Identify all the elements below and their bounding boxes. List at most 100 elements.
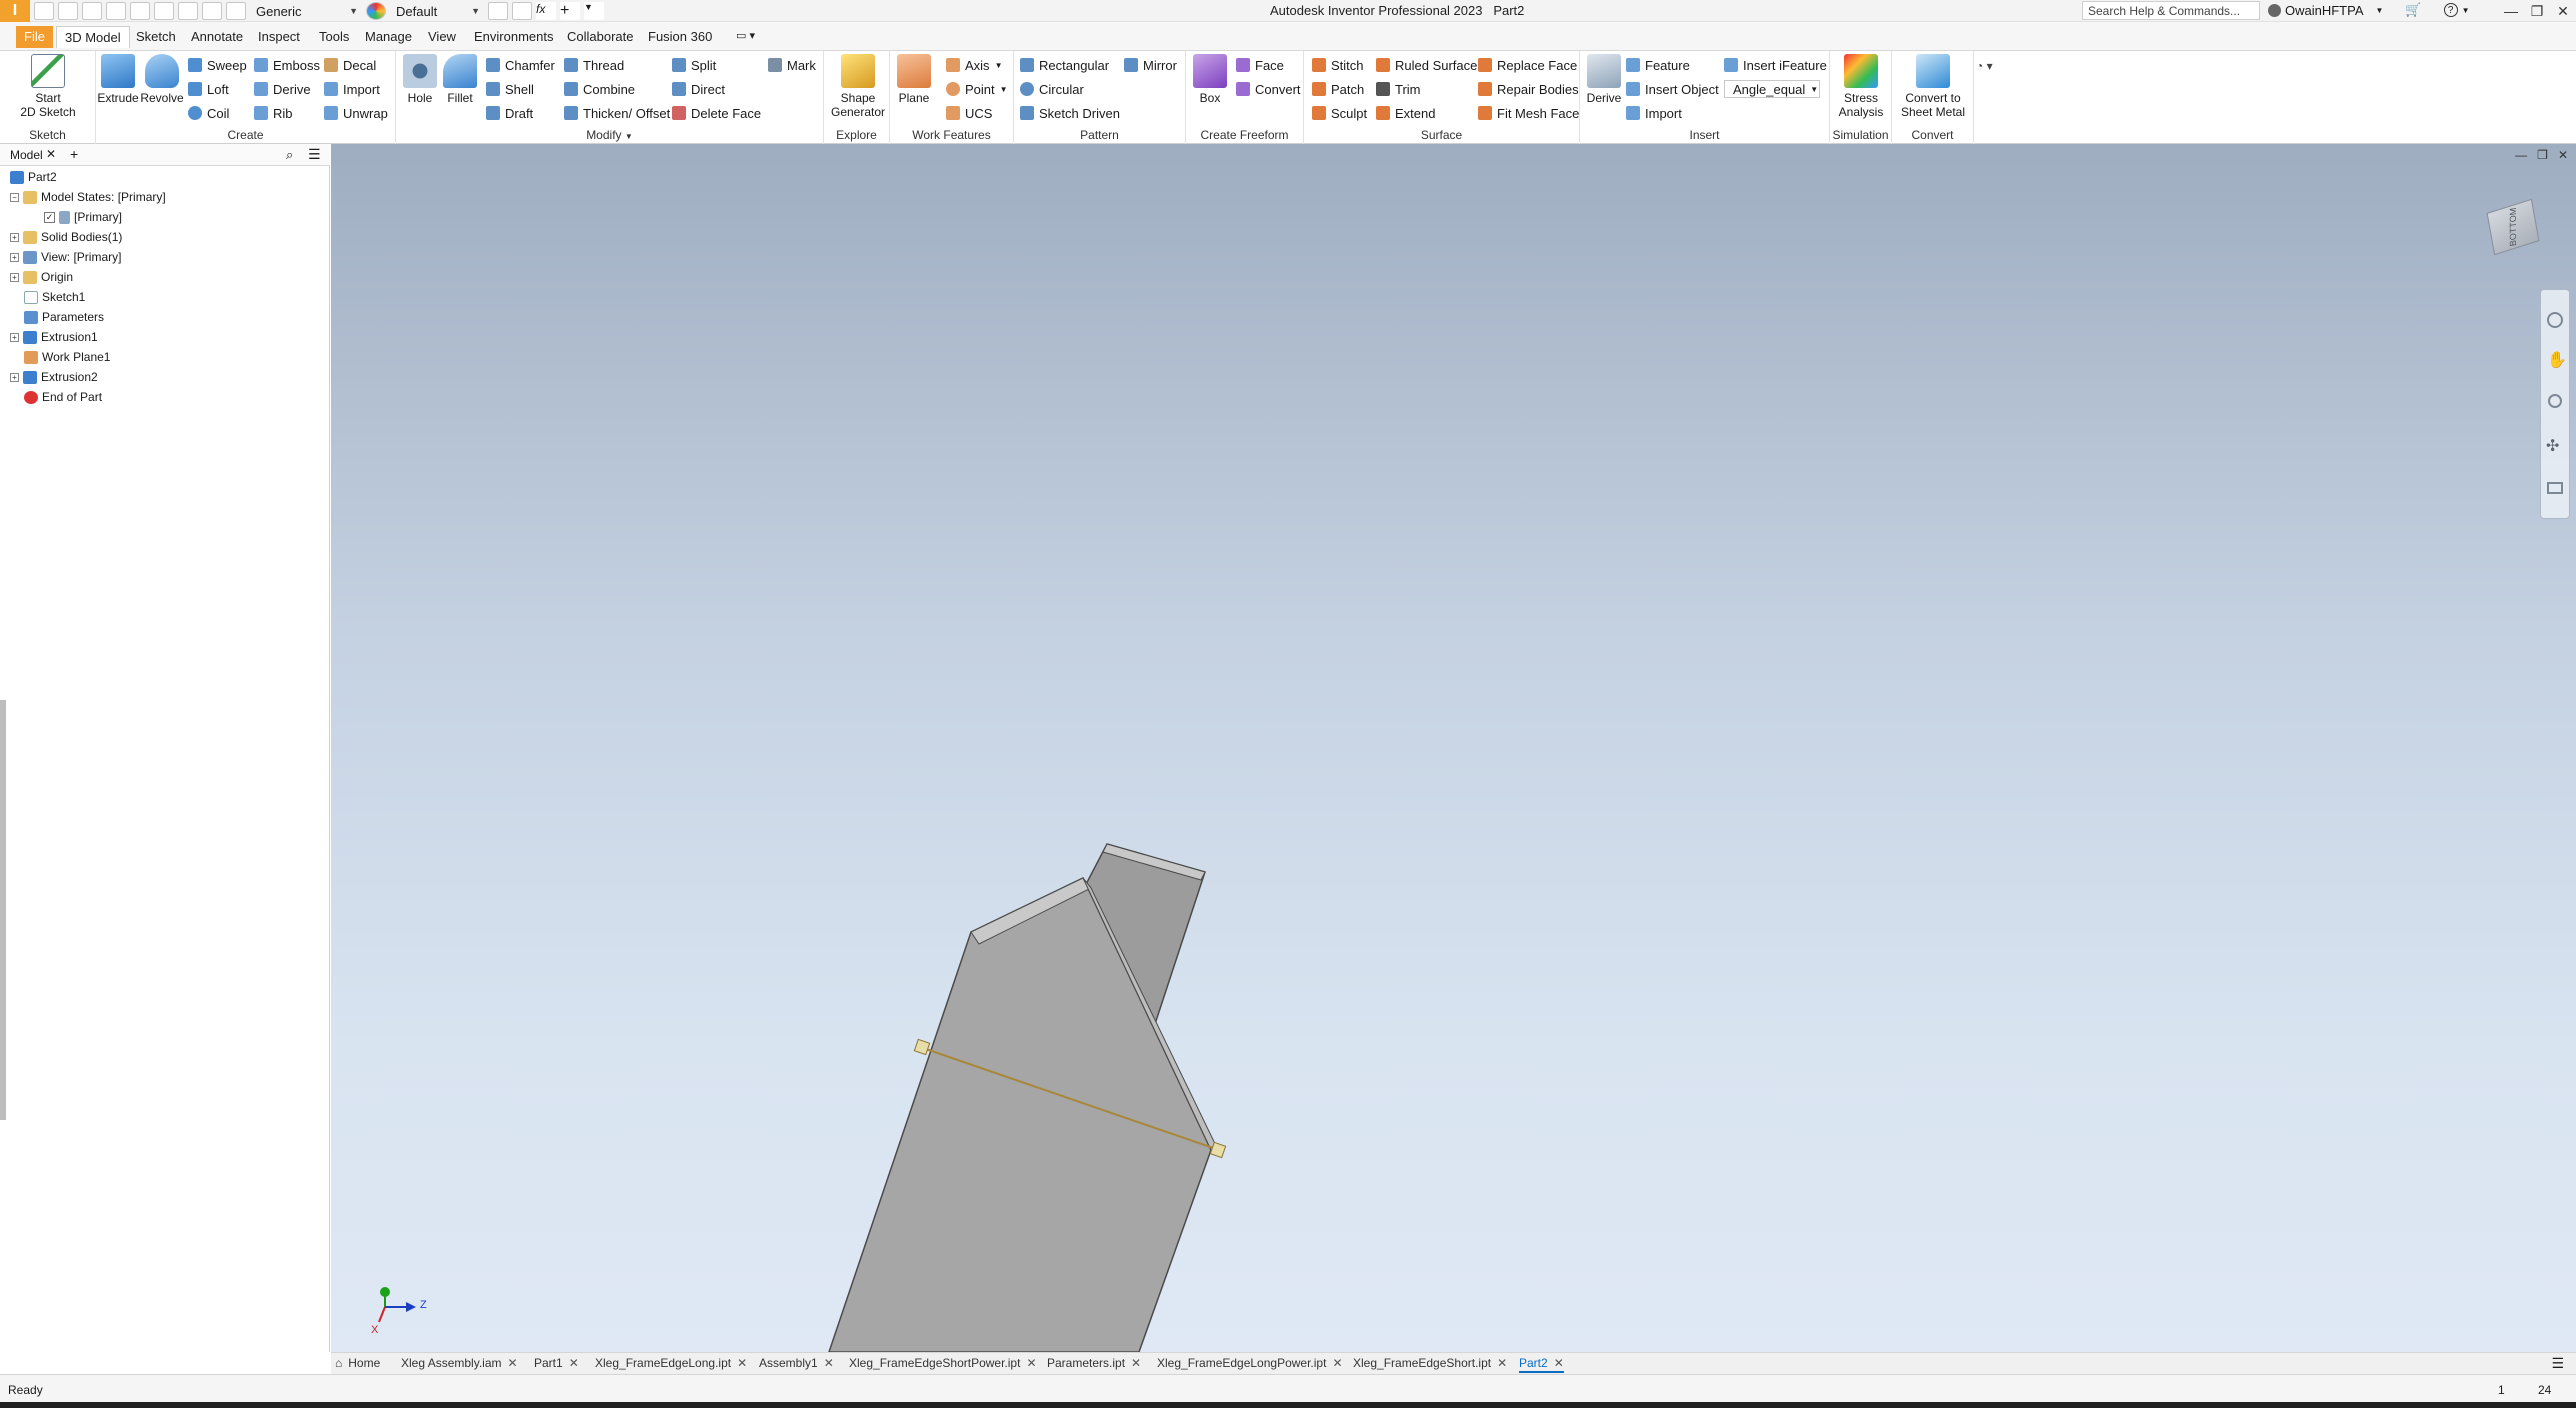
- expand-icon[interactable]: +: [10, 252, 19, 262]
- tree-node-extrusion1[interactable]: + Extrusion1: [10, 328, 98, 346]
- doc-tab[interactable]: Xleg_FrameEdgeLongPower.ipt ✕: [1157, 1356, 1343, 1370]
- draft-button[interactable]: Draft: [486, 104, 533, 122]
- ucs-button[interactable]: UCS: [946, 104, 992, 122]
- sweep-button[interactable]: Sweep: [188, 56, 247, 74]
- adjust-icon[interactable]: [488, 2, 508, 20]
- split-button[interactable]: Split: [672, 56, 716, 74]
- material-icon[interactable]: [226, 2, 246, 20]
- material-select[interactable]: Generic ▼: [252, 3, 362, 19]
- close-icon[interactable]: ✕: [1332, 1356, 1342, 1370]
- home-icon[interactable]: [154, 2, 174, 20]
- tab-3d-model[interactable]: 3D Model: [56, 26, 130, 48]
- search-icon[interactable]: ⌕: [286, 147, 293, 163]
- zoom-icon[interactable]: [2548, 394, 2562, 408]
- menu-icon[interactable]: ☰: [308, 146, 321, 163]
- search-input[interactable]: Search Help & Commands...: [2082, 1, 2260, 20]
- loft-button[interactable]: Loft: [188, 80, 229, 98]
- expand-icon[interactable]: +: [10, 372, 19, 382]
- cart-icon[interactable]: 🛒: [2405, 2, 2421, 18]
- doc-tab[interactable]: Xleg Assembly.iam ✕: [401, 1356, 518, 1370]
- tab-tools[interactable]: Tools: [311, 26, 357, 48]
- shell-button[interactable]: Shell: [486, 80, 534, 98]
- parameters-fx-icon[interactable]: fx: [536, 2, 556, 20]
- close-icon[interactable]: ✕: [1131, 1356, 1141, 1370]
- doc-tab-home[interactable]: ⌂ Home: [335, 1356, 380, 1370]
- derive-button[interactable]: Derive: [254, 80, 311, 98]
- fillet-button[interactable]: Fillet: [440, 54, 480, 105]
- inventor-logo-icon[interactable]: I: [0, 0, 30, 22]
- minimize-icon[interactable]: —: [2498, 0, 2524, 22]
- stitch-button[interactable]: Stitch: [1312, 56, 1364, 74]
- delete-face-button[interactable]: Delete Face: [672, 104, 761, 122]
- appearance-select[interactable]: Default ▼: [392, 3, 484, 19]
- tree-node-solid-bodies[interactable]: + Solid Bodies(1): [10, 228, 122, 246]
- close-icon[interactable]: ✕: [569, 1356, 579, 1370]
- combine-button[interactable]: Combine: [564, 80, 635, 98]
- add-tab-icon[interactable]: +: [70, 146, 78, 162]
- work-plane-handle[interactable]: [913, 1038, 931, 1056]
- tab-file[interactable]: File: [16, 26, 53, 48]
- start-2d-sketch-button[interactable]: Start 2D Sketch: [16, 54, 80, 119]
- circular-pattern-button[interactable]: Circular: [1020, 80, 1084, 98]
- tab-sketch[interactable]: Sketch: [128, 26, 184, 48]
- appearance-icon[interactable]: [366, 2, 386, 20]
- undo-icon[interactable]: [106, 2, 126, 20]
- close-icon[interactable]: ✕: [1497, 1356, 1507, 1370]
- box-button[interactable]: Box: [1190, 54, 1230, 105]
- plane-button[interactable]: Plane: [894, 54, 934, 105]
- tab-manage[interactable]: Manage: [357, 26, 420, 48]
- select-icon[interactable]: [202, 2, 222, 20]
- convert-sheet-metal-button[interactable]: Convert to Sheet Metal: [1896, 54, 1970, 119]
- point-button[interactable]: Point ▼: [946, 80, 1008, 98]
- replace-face-button[interactable]: Replace Face: [1478, 56, 1577, 74]
- tree-node-origin[interactable]: + Origin: [10, 268, 73, 286]
- expand-icon[interactable]: +: [10, 232, 19, 242]
- close-icon[interactable]: ✕: [824, 1356, 834, 1370]
- collapse-icon[interactable]: −: [10, 192, 19, 202]
- steering-wheel-icon[interactable]: [2547, 312, 2563, 328]
- close-icon[interactable]: ✕: [1026, 1356, 1036, 1370]
- look-at-icon[interactable]: [2547, 482, 2563, 494]
- graphics-viewport[interactable]: — ❐ ✕ X Z BOTTOM ✋ ✣: [331, 144, 2576, 1352]
- patch-button[interactable]: Patch: [1312, 80, 1364, 98]
- decal-button[interactable]: Decal: [324, 56, 376, 74]
- shape-generator-button[interactable]: Shape Generator: [830, 54, 886, 119]
- fit-mesh-face-button[interactable]: Fit Mesh Face: [1478, 104, 1579, 122]
- unwrap-button[interactable]: Unwrap: [324, 104, 388, 122]
- feature-button[interactable]: Feature: [1626, 56, 1690, 74]
- import2-button[interactable]: Import: [1626, 104, 1682, 122]
- doc-tab[interactable]: Xleg_FrameEdgeShortPower.ipt ✕: [849, 1356, 1037, 1370]
- tree-node-primary-state[interactable]: ✓ [Primary]: [44, 208, 122, 226]
- doc-tab[interactable]: Assembly1 ✕: [759, 1356, 834, 1370]
- redo-icon[interactable]: [130, 2, 150, 20]
- close-icon[interactable]: ✕: [2550, 0, 2576, 22]
- tree-node-work-plane1[interactable]: Work Plane1: [24, 348, 110, 366]
- tree-node-parameters[interactable]: Parameters: [24, 308, 104, 326]
- face-button[interactable]: Face: [1236, 56, 1284, 74]
- viewcube[interactable]: BOTTOM: [2484, 198, 2542, 256]
- close-icon[interactable]: ✕: [46, 147, 56, 161]
- stress-analysis-button[interactable]: Stress Analysis: [1834, 54, 1888, 119]
- mirror-button[interactable]: Mirror: [1124, 56, 1177, 74]
- doc-tab[interactable]: Xleg_FrameEdgeLong.ipt ✕: [595, 1356, 747, 1370]
- doc-tab[interactable]: Xleg_FrameEdgeShort.ipt ✕: [1353, 1356, 1507, 1370]
- browser-tab-model[interactable]: Model: [10, 148, 43, 162]
- tab-view[interactable]: View: [420, 26, 464, 48]
- open-file-icon[interactable]: [58, 2, 78, 20]
- tree-node-end-of-part[interactable]: End of Part: [24, 388, 102, 406]
- orbit-icon[interactable]: ✣: [2546, 436, 2559, 456]
- doc-tab[interactable]: Parameters.ipt ✕: [1047, 1356, 1141, 1370]
- tree-node-part2[interactable]: Part2: [10, 168, 57, 186]
- user-account[interactable]: OwainHFTPA ▼ 🛒 ? ▼: [2268, 2, 2470, 18]
- thread-button[interactable]: Thread: [564, 56, 624, 74]
- save-icon[interactable]: [82, 2, 102, 20]
- repair-bodies-button[interactable]: Repair Bodies: [1478, 80, 1579, 98]
- tree-node-sketch1[interactable]: Sketch1: [24, 288, 85, 306]
- clear-icon[interactable]: [512, 2, 532, 20]
- parameter-select[interactable]: Angle_equal ▼: [1724, 80, 1820, 98]
- ribbon-extra-icon[interactable]: ◔ ▾: [1976, 59, 1993, 73]
- import-button[interactable]: Import: [324, 80, 380, 98]
- expand-icon[interactable]: +: [10, 332, 19, 342]
- doc-tab[interactable]: Part1 ✕: [534, 1356, 579, 1370]
- sketch-driven-pattern-button[interactable]: Sketch Driven: [1020, 104, 1120, 122]
